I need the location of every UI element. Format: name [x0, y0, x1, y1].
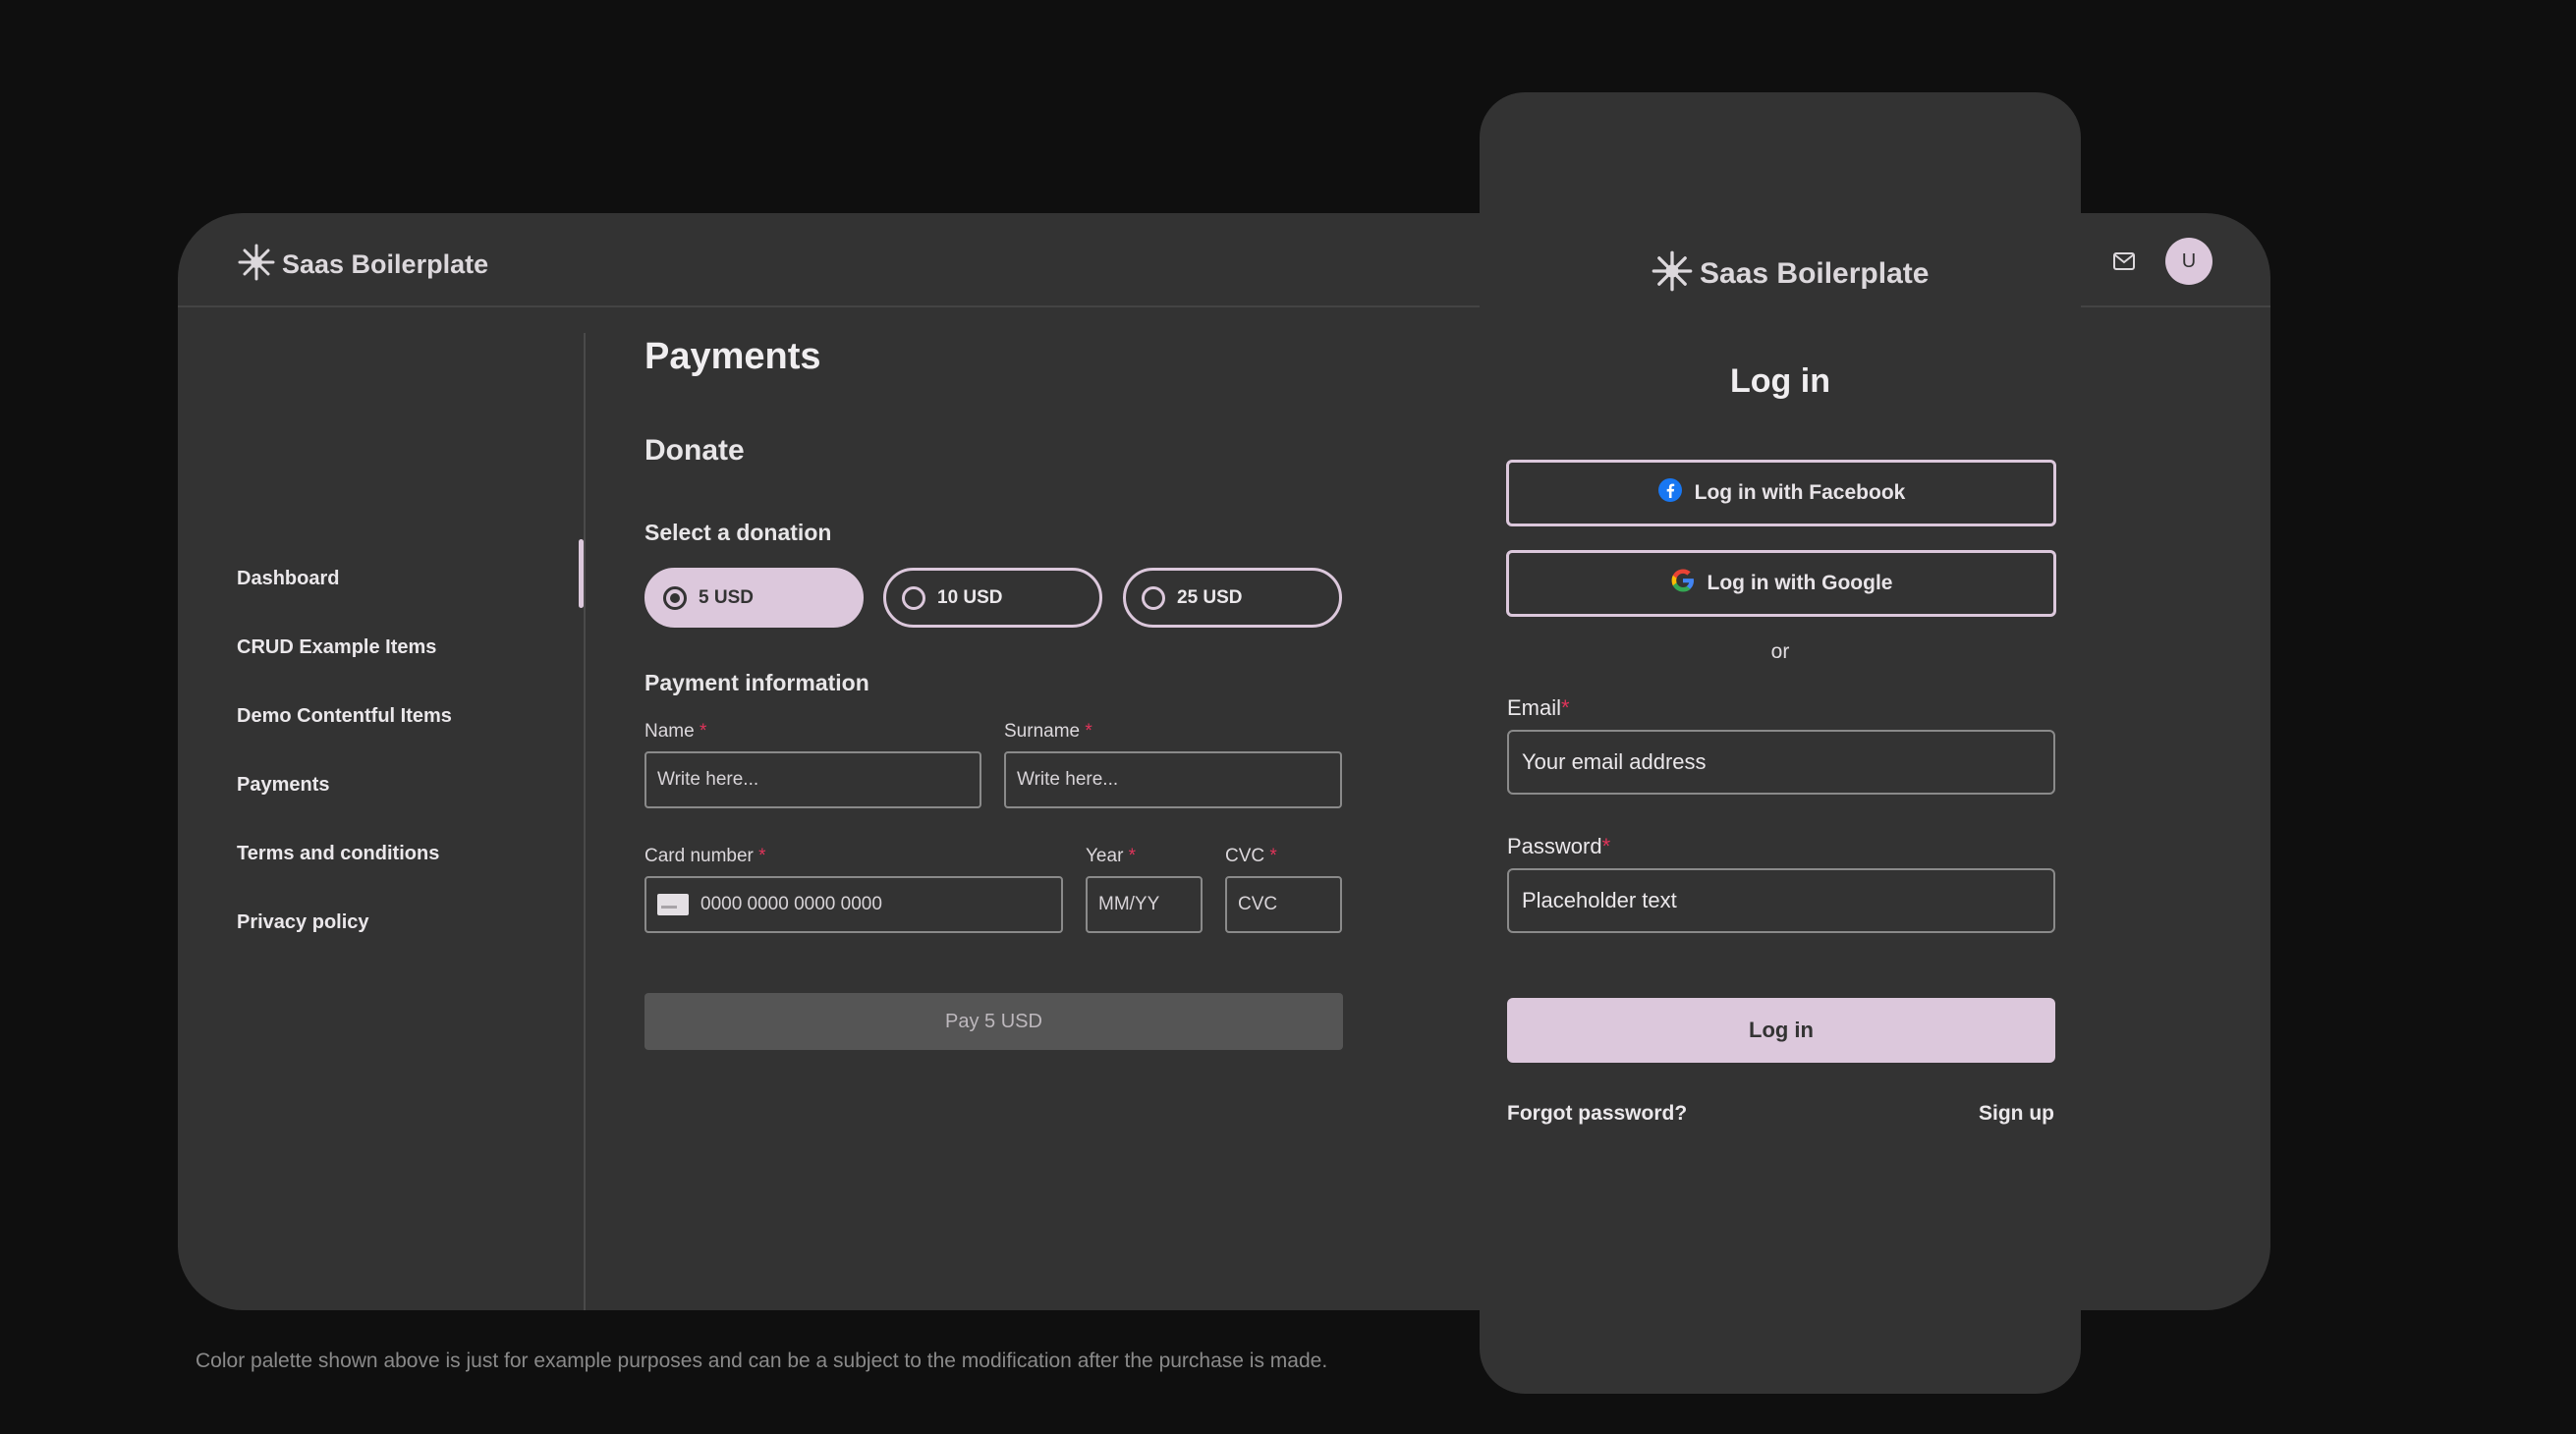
brand-star-icon — [1651, 249, 1694, 298]
card-number-field[interactable]: 0000 0000 0000 0000 — [644, 876, 1063, 933]
sign-up-link[interactable]: Sign up — [1979, 1102, 2054, 1126]
cvc-label: CVC * — [1225, 846, 1277, 866]
login-brand-name: Saas Boilerplate — [1700, 256, 1930, 290]
donation-option-label: 25 USD — [1177, 586, 1243, 608]
google-icon — [1670, 568, 1696, 599]
password-label: Password* — [1507, 834, 1611, 858]
section-title: Donate — [644, 434, 745, 467]
year-label: Year * — [1086, 846, 1137, 866]
card-number-label: Card number * — [644, 846, 766, 866]
email-field[interactable]: Your email address — [1507, 730, 2055, 795]
sidebar-item-terms-and-conditions[interactable]: Terms and conditions — [237, 843, 439, 865]
forgot-password-link[interactable]: Forgot password? — [1507, 1102, 1687, 1126]
donation-option-25-usd[interactable]: 25 USD — [1123, 568, 1342, 628]
sidebar-divider — [584, 333, 586, 1310]
radio-icon — [663, 585, 687, 610]
name-label: Name * — [644, 721, 707, 742]
donation-option-10-usd[interactable]: 10 USD — [883, 568, 1102, 628]
login-brand: Saas Boilerplate — [1651, 249, 1929, 298]
google-login-button[interactable]: Log in with Google — [1506, 550, 2056, 617]
facebook-icon — [1657, 477, 1683, 509]
radio-icon — [1142, 585, 1165, 610]
footnote: Color palette shown above is just for ex… — [196, 1350, 1328, 1372]
google-login-label: Log in with Google — [1707, 572, 1893, 594]
or-divider: or — [1770, 640, 1790, 663]
pay-button[interactable]: Pay 5 USD — [644, 993, 1343, 1050]
payment-info-label: Payment information — [644, 670, 869, 695]
login-submit-button[interactable]: Log in — [1507, 998, 2055, 1063]
surname-label: Surname * — [1004, 721, 1092, 742]
avatar[interactable]: U — [2165, 238, 2212, 285]
brand[interactable]: Saas Boilerplate — [237, 243, 488, 287]
facebook-login-button[interactable]: Log in with Facebook — [1506, 460, 2056, 526]
brand-star-icon — [237, 243, 276, 287]
cvc-field[interactable]: CVC — [1225, 876, 1342, 933]
donation-option-label: 10 USD — [937, 586, 1003, 608]
sidebar-item-crud-example-items[interactable]: CRUD Example Items — [237, 636, 436, 659]
donation-option-label: 5 USD — [699, 586, 754, 608]
email-label: Email* — [1507, 695, 1570, 720]
sidebar-item-privacy-policy[interactable]: Privacy policy — [237, 911, 369, 934]
page-title: Payments — [644, 336, 821, 377]
password-field[interactable]: Placeholder text — [1507, 868, 2055, 933]
surname-field[interactable]: Write here... — [1004, 751, 1342, 808]
radio-icon — [902, 585, 925, 610]
year-field[interactable]: MM/YY — [1086, 876, 1203, 933]
name-field[interactable]: Write here... — [644, 751, 981, 808]
login-card: Saas Boilerplate Log in Log in with Face… — [1480, 92, 2081, 1394]
sidebar-item-demo-contentful-items[interactable]: Demo Contentful Items — [237, 705, 452, 728]
donation-label: Select a donation — [644, 520, 832, 545]
mail-icon[interactable] — [2111, 248, 2137, 274]
brand-name: Saas Boilerplate — [282, 249, 489, 279]
login-title: Log in — [1730, 362, 1830, 400]
sidebar-item-dashboard[interactable]: Dashboard — [237, 568, 339, 590]
facebook-login-label: Log in with Facebook — [1694, 481, 1906, 504]
sidebar-item-payments[interactable]: Payments — [237, 774, 330, 797]
card-number-placeholder: 0000 0000 0000 0000 — [700, 894, 882, 914]
card-icon — [657, 894, 689, 915]
donation-option-5-usd[interactable]: 5 USD — [644, 568, 864, 628]
sidebar: Dashboard CRUD Example Items Demo Conten… — [178, 307, 587, 1310]
